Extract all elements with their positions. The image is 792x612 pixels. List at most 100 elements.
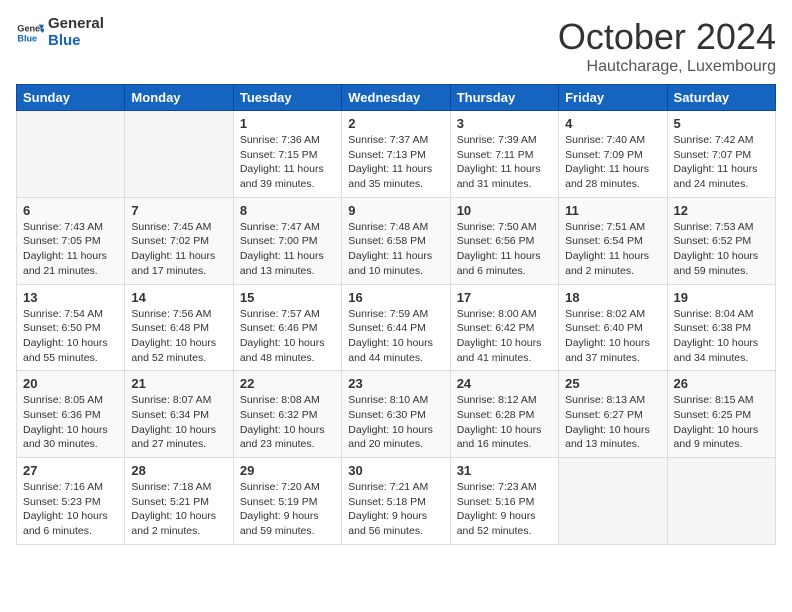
calendar-cell [667,458,775,545]
calendar-cell: 25 Sunrise: 8:13 AMSunset: 6:27 PMDayligh… [559,371,667,458]
calendar-cell: 27 Sunrise: 7:16 AMSunset: 5:23 PMDayligh… [17,458,125,545]
day-header-monday: Monday [125,85,233,111]
day-info: Sunrise: 7:59 AMSunset: 6:44 PMDaylight:… [348,307,443,366]
day-info: Sunrise: 7:42 AMSunset: 7:07 PMDaylight:… [674,133,769,192]
day-info: Sunrise: 7:57 AMSunset: 6:46 PMDaylight:… [240,307,335,366]
day-number: 8 [240,203,335,218]
day-number: 14 [131,290,226,305]
day-info: Sunrise: 8:00 AMSunset: 6:42 PMDaylight:… [457,307,552,366]
day-info: Sunrise: 7:37 AMSunset: 7:13 PMDaylight:… [348,133,443,192]
day-info: Sunrise: 7:23 AMSunset: 5:16 PMDaylight:… [457,480,552,539]
day-info: Sunrise: 7:43 AMSunset: 7:05 PMDaylight:… [23,220,118,279]
day-number: 19 [674,290,769,305]
logo-blue: Blue [48,33,104,50]
day-number: 17 [457,290,552,305]
calendar-cell: 2Sunrise: 7:37 AMSunset: 7:13 PMDaylight… [342,111,450,198]
calendar-table: SundayMondayTuesdayWednesdayThursdayFrid… [16,84,776,545]
calendar-header-row: SundayMondayTuesdayWednesdayThursdayFrid… [17,85,776,111]
day-info: Sunrise: 7:16 AMSunset: 5:23 PMDaylight:… [23,480,118,539]
calendar-cell: 7 Sunrise: 7:45 AMSunset: 7:02 PMDaylight… [125,197,233,284]
day-info: Sunrise: 8:04 AMSunset: 6:38 PMDaylight:… [674,307,769,366]
calendar-cell: 9 Sunrise: 7:48 AMSunset: 6:58 PMDaylight… [342,197,450,284]
calendar-cell: 10 Sunrise: 7:50 AMSunset: 6:56 PMDayligh… [450,197,558,284]
calendar-cell: 22 Sunrise: 8:08 AMSunset: 6:32 PMDayligh… [233,371,341,458]
day-number: 6 [23,203,118,218]
day-number: 22 [240,376,335,391]
day-info: Sunrise: 7:48 AMSunset: 6:58 PMDaylight:… [348,220,443,279]
day-number: 29 [240,463,335,478]
day-number: 15 [240,290,335,305]
calendar-cell: 28 Sunrise: 7:18 AMSunset: 5:21 PMDayligh… [125,458,233,545]
day-number: 4 [565,116,660,131]
day-number: 27 [23,463,118,478]
location: Hautcharage, Luxembourg [558,58,776,76]
day-number: 1 [240,116,335,131]
calendar-cell: 18Sunrise: 8:02 AMSunset: 6:40 PMDayligh… [559,284,667,371]
logo: General Blue General Blue [16,16,104,49]
title-area: October 2024 Hautcharage, Luxembourg [558,16,776,76]
day-number: 3 [457,116,552,131]
logo-icon: General Blue [16,19,44,47]
day-number: 12 [674,203,769,218]
calendar-week-row: 27 Sunrise: 7:16 AMSunset: 5:23 PMDayligh… [17,458,776,545]
day-number: 26 [674,376,769,391]
page-header: General Blue General Blue October 2024 H… [16,16,776,76]
logo-general: General [48,16,104,33]
day-info: Sunrise: 7:50 AMSunset: 6:56 PMDaylight:… [457,220,552,279]
day-info: Sunrise: 8:02 AMSunset: 6:40 PMDaylight:… [565,307,660,366]
day-header-friday: Friday [559,85,667,111]
calendar-cell: 14 Sunrise: 7:56 AMSunset: 6:48 PMDayligh… [125,284,233,371]
calendar-cell [17,111,125,198]
calendar-cell: 15 Sunrise: 7:57 AMSunset: 6:46 PMDayligh… [233,284,341,371]
day-number: 31 [457,463,552,478]
calendar-cell: 3 Sunrise: 7:39 AMSunset: 7:11 PMDaylight… [450,111,558,198]
day-info: Sunrise: 7:39 AMSunset: 7:11 PMDaylight:… [457,133,552,192]
month-title: October 2024 [558,16,776,58]
calendar-cell: 30Sunrise: 7:21 AMSunset: 5:18 PMDayligh… [342,458,450,545]
day-info: Sunrise: 8:12 AMSunset: 6:28 PMDaylight:… [457,393,552,452]
calendar-cell: 8Sunrise: 7:47 AMSunset: 7:00 PMDaylight… [233,197,341,284]
day-info: Sunrise: 7:45 AMSunset: 7:02 PMDaylight:… [131,220,226,279]
calendar-cell: 23Sunrise: 8:10 AMSunset: 6:30 PMDayligh… [342,371,450,458]
day-number: 16 [348,290,443,305]
day-number: 25 [565,376,660,391]
day-info: Sunrise: 8:08 AMSunset: 6:32 PMDaylight:… [240,393,335,452]
calendar-cell: 29 Sunrise: 7:20 AMSunset: 5:19 PMDayligh… [233,458,341,545]
svg-text:Blue: Blue [17,33,37,43]
day-info: Sunrise: 7:20 AMSunset: 5:19 PMDaylight:… [240,480,335,539]
calendar-cell: 17 Sunrise: 8:00 AMSunset: 6:42 PMDayligh… [450,284,558,371]
day-number: 7 [131,203,226,218]
day-number: 28 [131,463,226,478]
calendar-cell: 13 Sunrise: 7:54 AMSunset: 6:50 PMDayligh… [17,284,125,371]
calendar-cell: 19 Sunrise: 8:04 AMSunset: 6:38 PMDayligh… [667,284,775,371]
day-number: 24 [457,376,552,391]
calendar-cell: 5Sunrise: 7:42 AMSunset: 7:07 PMDaylight… [667,111,775,198]
calendar-cell: 12 Sunrise: 7:53 AMSunset: 6:52 PMDayligh… [667,197,775,284]
calendar-week-row: 6 Sunrise: 7:43 AMSunset: 7:05 PMDaylight… [17,197,776,284]
day-number: 9 [348,203,443,218]
calendar-week-row: 13 Sunrise: 7:54 AMSunset: 6:50 PMDayligh… [17,284,776,371]
day-header-tuesday: Tuesday [233,85,341,111]
calendar-cell [559,458,667,545]
day-info: Sunrise: 7:21 AMSunset: 5:18 PMDaylight:… [348,480,443,539]
day-info: Sunrise: 8:13 AMSunset: 6:27 PMDaylight:… [565,393,660,452]
day-number: 20 [23,376,118,391]
day-info: Sunrise: 7:56 AMSunset: 6:48 PMDaylight:… [131,307,226,366]
calendar-week-row: 20Sunrise: 8:05 AMSunset: 6:36 PMDayligh… [17,371,776,458]
calendar-cell: 24 Sunrise: 8:12 AMSunset: 6:28 PMDayligh… [450,371,558,458]
day-header-saturday: Saturday [667,85,775,111]
day-header-wednesday: Wednesday [342,85,450,111]
day-info: Sunrise: 7:36 AMSunset: 7:15 PMDaylight:… [240,133,335,192]
day-info: Sunrise: 7:53 AMSunset: 6:52 PMDaylight:… [674,220,769,279]
calendar-week-row: 1 Sunrise: 7:36 AMSunset: 7:15 PMDaylight… [17,111,776,198]
calendar-cell: 11Sunrise: 7:51 AMSunset: 6:54 PMDayligh… [559,197,667,284]
day-info: Sunrise: 7:18 AMSunset: 5:21 PMDaylight:… [131,480,226,539]
day-number: 10 [457,203,552,218]
calendar-cell: 6 Sunrise: 7:43 AMSunset: 7:05 PMDaylight… [17,197,125,284]
calendar-cell [125,111,233,198]
calendar-cell: 26Sunrise: 8:15 AMSunset: 6:25 PMDayligh… [667,371,775,458]
day-number: 13 [23,290,118,305]
day-info: Sunrise: 7:54 AMSunset: 6:50 PMDaylight:… [23,307,118,366]
calendar-cell: 31 Sunrise: 7:23 AMSunset: 5:16 PMDayligh… [450,458,558,545]
day-info: Sunrise: 8:10 AMSunset: 6:30 PMDaylight:… [348,393,443,452]
